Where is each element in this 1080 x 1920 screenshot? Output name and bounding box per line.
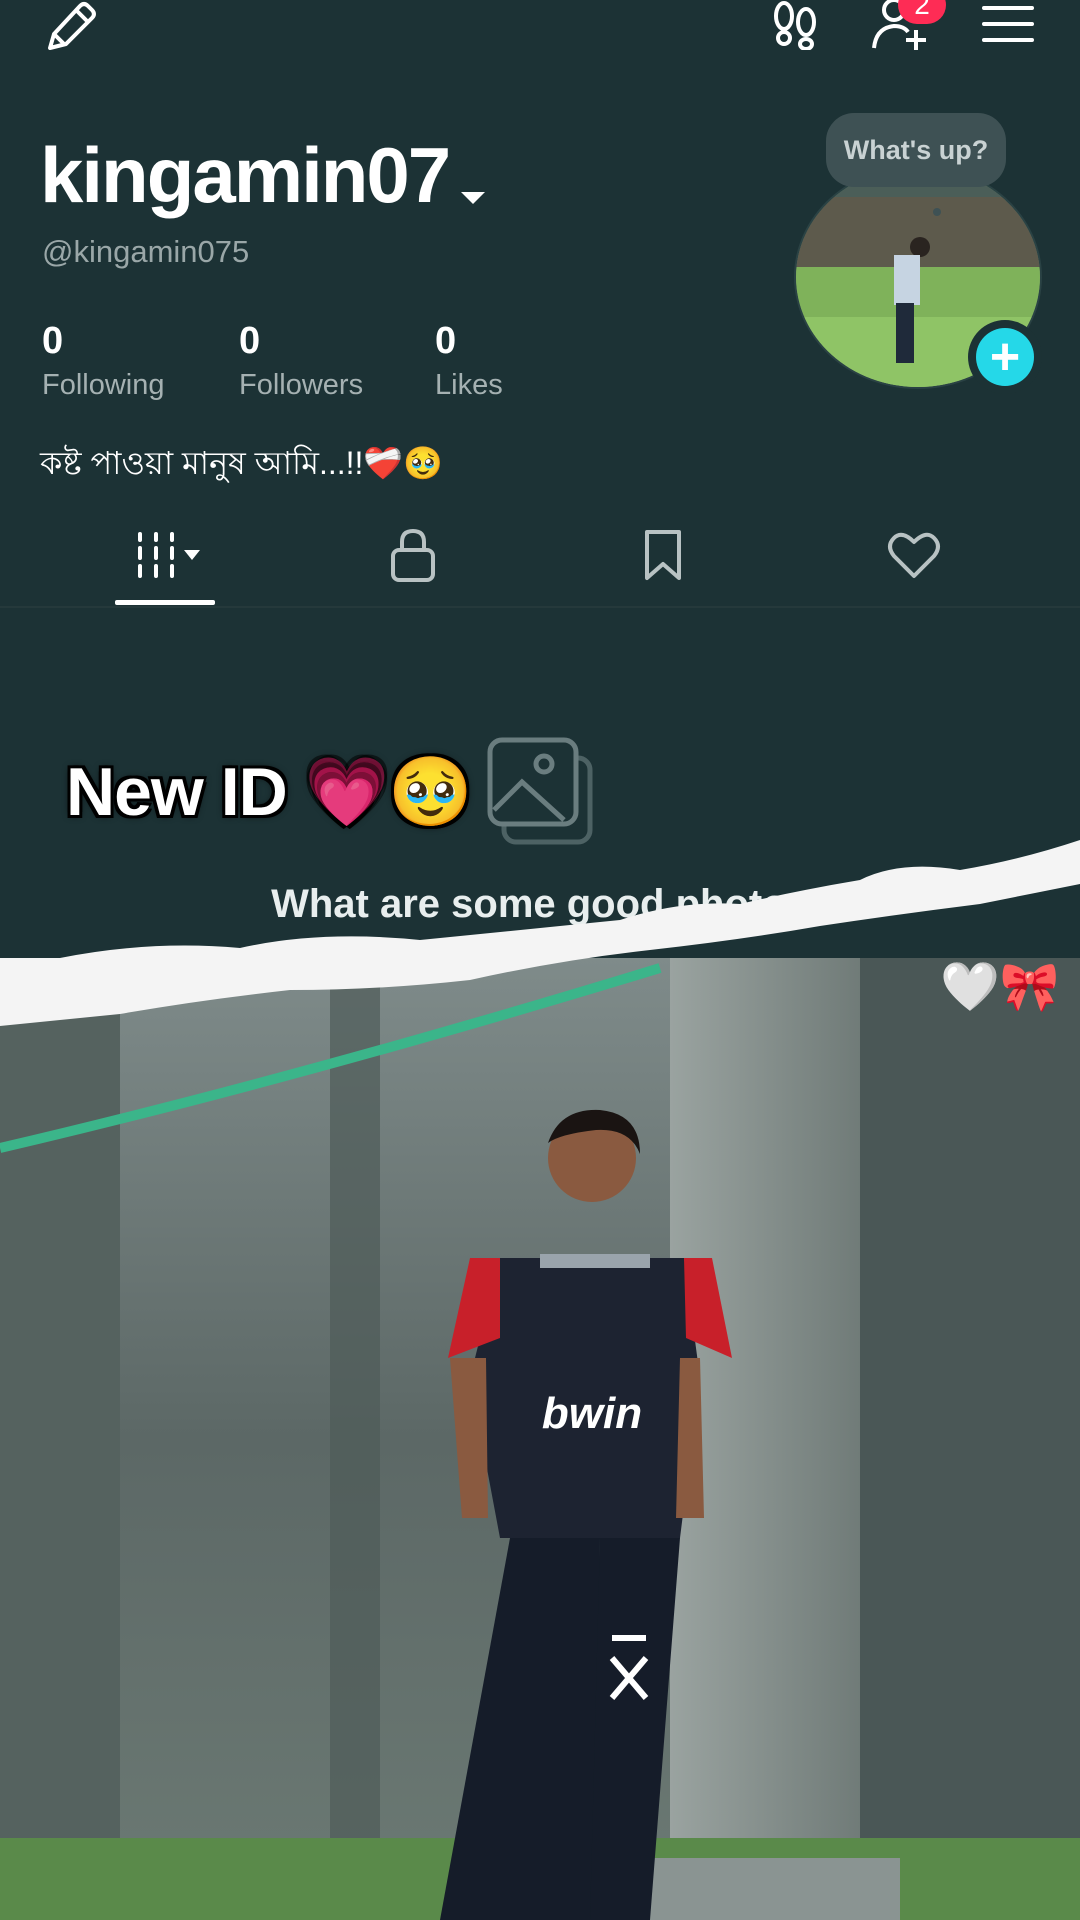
username-text: kingamin07 [40, 131, 451, 219]
active-tab-indicator [115, 600, 215, 605]
stat-likes-value: 0 [435, 320, 457, 362]
bookmark-icon [645, 530, 681, 580]
profile-bio: কষ্ট পাওয়া মানুষ আমি...!!❤️‍🩹🥹 [40, 445, 444, 481]
jersey-text: bwin [542, 1389, 642, 1438]
profile-handle: @kingamin075 [42, 234, 250, 269]
stat-following-value: 0 [42, 320, 64, 362]
stat-followers-value: 0 [239, 320, 261, 362]
tab-private[interactable] [373, 520, 453, 590]
tab-liked[interactable] [874, 520, 954, 590]
stat-followers[interactable]: 0 Followers [239, 320, 363, 402]
edit-pencil-icon[interactable] [40, 0, 100, 50]
post-prompt: What are some good photos [271, 882, 809, 926]
post-caption: New ID 💗🥹 [66, 754, 473, 830]
heart-icon [888, 532, 940, 578]
stat-following-label: Following [42, 369, 165, 401]
lock-icon [391, 528, 435, 582]
stat-followers-label: Followers [239, 369, 364, 401]
chevron-down-icon[interactable] [459, 136, 487, 227]
gallery-icon [486, 736, 596, 853]
stat-likes-label: Likes [435, 369, 503, 401]
stat-likes[interactable]: 0 Likes [435, 320, 503, 402]
sticker-heart-bow: 🤍🎀 [940, 961, 1060, 1014]
status-bubble[interactable]: What's up? [826, 113, 1006, 187]
bubble-tail [933, 208, 941, 216]
add-story-button[interactable]: + [968, 320, 1042, 394]
stat-following[interactable]: 0 Following [42, 320, 165, 402]
notification-badge: 2 [898, 0, 946, 24]
profile-username[interactable]: kingamin07 [40, 130, 487, 227]
plus-icon: + [976, 328, 1034, 386]
tab-divider [0, 606, 1080, 608]
tab-saved[interactable] [623, 520, 703, 590]
tab-videos[interactable] [128, 520, 208, 590]
grid-icon [138, 532, 200, 578]
footprints-icon[interactable] [766, 0, 826, 51]
post-photo[interactable]: bwin 🤍🎀 [0, 958, 1080, 1920]
menu-icon[interactable] [980, 0, 1040, 50]
